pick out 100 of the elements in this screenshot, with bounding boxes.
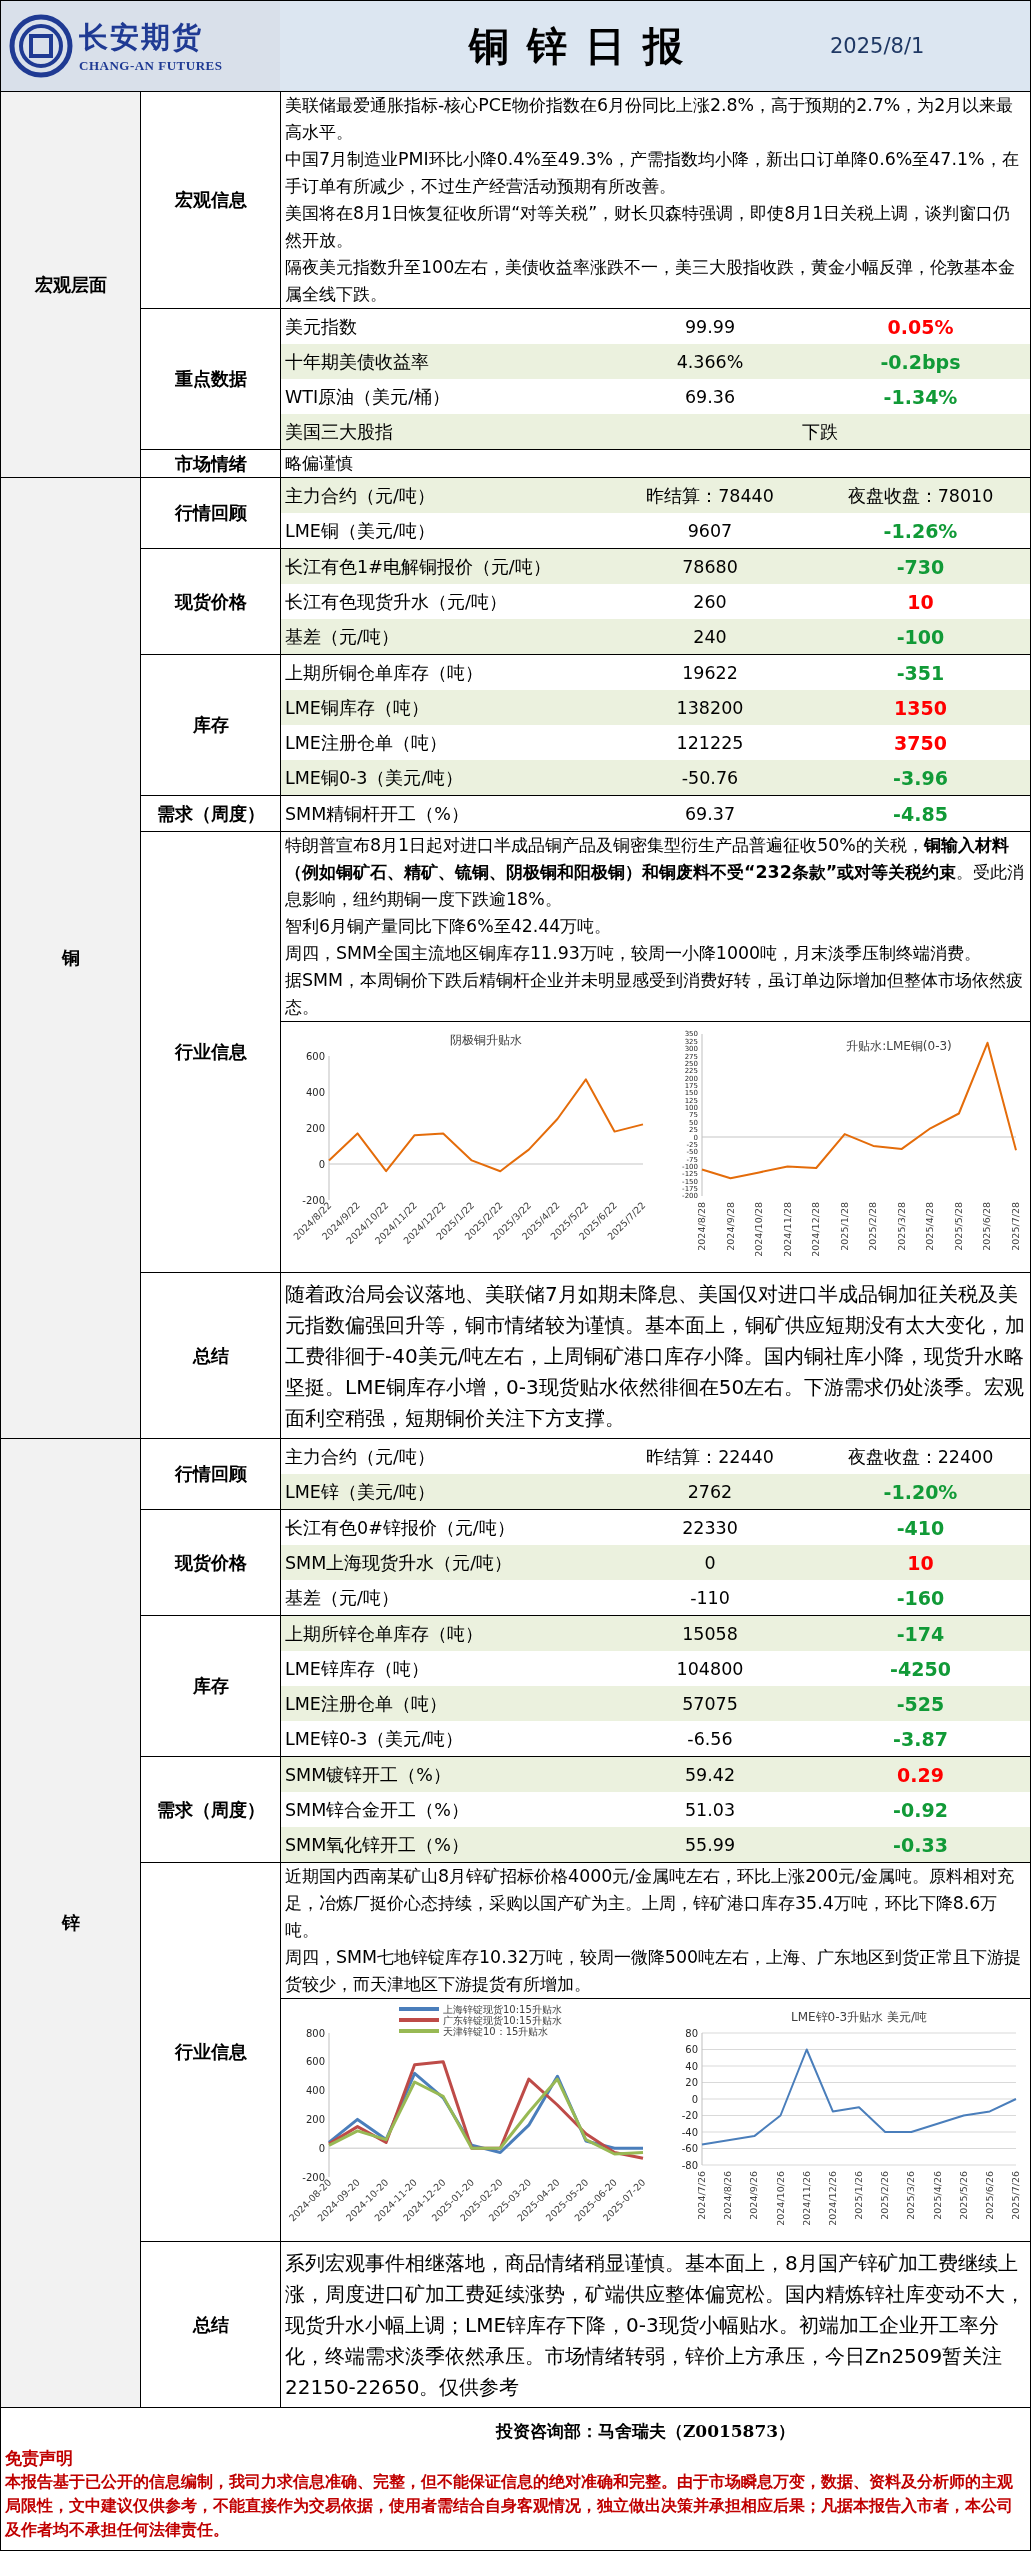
row-value: 2762 [686, 1481, 734, 1502]
row-value: 138200 [675, 697, 745, 718]
row-value: 57075 [681, 1693, 739, 1714]
row-value: 0 [703, 1552, 717, 1573]
axis-tick-label: -60 [681, 2143, 698, 2154]
row-label: SMM精铜杆开工（%） [284, 802, 470, 826]
axis-tick-label: 2025/2/26 [879, 2171, 891, 2220]
axis-tick-label: 20 [685, 2077, 698, 2088]
row-value: -6.56 [686, 1728, 734, 1749]
row-label: 长江有色1#电解铜报价（元/吨） [284, 555, 552, 579]
axis-tick-label: 400 [305, 2085, 325, 2097]
axis-tick-label: 2024/11/28 [781, 1202, 793, 1257]
row-label: LME锌库存（吨） [284, 1657, 430, 1681]
row-change: -730 [895, 555, 946, 578]
axis-tick-label: 2025/2/28 [867, 1202, 879, 1251]
axis-tick-label: 2025/5/26 [957, 2171, 969, 2220]
block-label: 行业信息 [141, 1863, 281, 2241]
axis-tick-label: 2025/1/26 [853, 2171, 864, 2220]
report-date: 2025/8/1 [830, 33, 926, 60]
row-change: -525 [895, 1692, 946, 1715]
info-paragraph: 近期国内西南某矿山8月锌矿招标价格4000元/金属吨左右，环比上涨200元/金属吨。原料相对充足，冶炼厂挺价心态持续，采购以国产矿为主。上周，锌矿港口库存35.4万吨，环比下降8.6万吨。 [284, 1865, 1016, 1942]
row-value: 121225 [675, 732, 745, 753]
row-value: 69.37 [683, 803, 737, 824]
info-paragraph: 周四，SMM七地锌锭库存10.32万吨，较周一微降500吨左右，上海、广东地区到货正常且下游提货较少，而天津地区下游提货有所增加。 [284, 1946, 1023, 1996]
summary-paragraph: 系列宏观事件相继落地，商品情绪稍显谨慎。基本面上，8月国产锌矿加工费继续上涨，周度进口矿加工费延续涨势，矿端供应整体偏宽松。国内精炼锌社库变动不大，现货升水小幅上调；LME锌库存下降，0-3现货小幅贴水。初端加工企业开工率分化，终端需求淡季依然承压。市场情绪转弱，锌价上方承压，今日Zn2509暂关注22150-22650。仅供参考 [284, 2250, 1026, 2401]
axis-tick-label: 2025/4/28 [924, 1202, 936, 1251]
axis-tick-label: 200 [305, 2113, 325, 2125]
legend-swatch [399, 2018, 439, 2022]
section-label: 铜 [1, 478, 141, 1438]
row-value: 22330 [681, 1517, 739, 1538]
row-change: 3750 [893, 731, 948, 754]
axis-tick-label: -200 [302, 1194, 325, 1206]
row-change: -4250 [889, 1657, 952, 1680]
row-value: 69.36 [683, 386, 737, 407]
company-name: 长安期货 [79, 19, 204, 56]
axis-tick-label: 600 [305, 1050, 325, 1062]
info-paragraph: 特朗普宣布8月1日起对进口半成品铜产品及铜密集型衍生产品普遍征收50%的关税，铜输入材料（例如铜矿石、精矿、锍铜、阴极铜和阳极铜）和铜废料不受“232条款”或对等关税约束。受此消息影响，纽约期铜一度下跌逾18%。 [284, 834, 1026, 911]
row-label: 主力合约（元/吨） [284, 484, 436, 508]
row-value: 夜盘收盘：78010 [846, 484, 995, 508]
row-value: -110 [689, 1587, 731, 1608]
axis-tick-label: -80 [681, 2159, 698, 2171]
info-paragraph: 美联储最爱通胀指标-核心PCE物价指数在6月份同比上涨2.8%，高于预期的2.7%，为2月以来最高水平。 [284, 94, 1015, 144]
row-label: SMM氧化锌开工（%） [284, 1833, 470, 1857]
block-label: 需求（周度） [141, 796, 281, 831]
row-label: 美元指数 [284, 315, 358, 339]
row-label: LME注册仓单（吨） [284, 731, 448, 755]
row-value: 104800 [675, 1658, 745, 1679]
axis-tick-label: -200 [302, 2171, 325, 2183]
row-value: 51.03 [683, 1799, 737, 1820]
axis-tick-label: 2024/9/28 [724, 1202, 736, 1251]
row-value: 59.42 [683, 1764, 737, 1785]
block-label: 总结 [141, 1273, 281, 1438]
info-paragraph: 据SMM，本周铜价下跌后精铜杆企业并未明显感受到消费好转，虽订单边际增加但整体市场依然疲态。 [284, 969, 1025, 1019]
row-value: 昨结算：22440 [645, 1445, 775, 1469]
row-change: -100 [895, 625, 946, 648]
row-label: LME锌0-3（美元/吨） [284, 1727, 465, 1751]
row-change: -174 [895, 1622, 946, 1645]
legend-label: 天津锌锭10：15升贴水 [443, 2026, 549, 2037]
row-value: 19622 [681, 662, 739, 683]
row-value: 下跌 [800, 420, 839, 444]
row-label: 长江有色现货升水（元/吨） [284, 590, 508, 614]
row-change: -3.96 [892, 766, 949, 789]
row-value: 9607 [686, 520, 734, 541]
axis-tick-label: 400 [305, 1086, 325, 1098]
row-label: 基差（元/吨） [284, 1586, 400, 1610]
axis-tick-label: 2025/7/28 [1010, 1202, 1021, 1251]
axis-tick-label: -40 [681, 2126, 698, 2138]
row-value: -50.76 [680, 767, 740, 788]
legend-swatch [399, 2029, 439, 2033]
block-label: 行业信息 [141, 832, 281, 1272]
row-value: 240 [692, 626, 728, 647]
row-value: 夜盘收盘：22400 [846, 1445, 995, 1469]
row-label: 基差（元/吨） [284, 625, 400, 649]
row-change: 0.05% [886, 315, 955, 338]
info-paragraph: 隔夜美元指数升至100左右，美债收益率涨跌不一，美三大股指收跌，黄金小幅反弹，伦敦基本金属全线下跌。 [284, 256, 1017, 306]
row-change: -4.85 [892, 802, 949, 825]
axis-tick-label: 0 [318, 2142, 325, 2154]
legend-swatch [399, 2007, 439, 2011]
row-change: -1.20% [882, 1480, 959, 1503]
axis-tick-label: 60 [685, 2044, 698, 2055]
info-paragraph: 智利6月铜产量同比下降6%至42.44万吨。 [284, 915, 613, 938]
row-value: 55.99 [683, 1834, 737, 1855]
row-change: -3.87 [892, 1727, 949, 1750]
axis-tick-label: 2025/7/26 [1010, 2171, 1021, 2220]
row-label: 美国三大股指 [284, 420, 394, 444]
logo-icon [9, 14, 73, 78]
row-label: 长江有色0#锌报价（元/吨） [284, 1516, 516, 1540]
row-label: LME铜0-3（美元/吨） [284, 766, 465, 790]
axis-tick-label: 2025/4/26 [931, 2171, 943, 2220]
row-value: 78680 [681, 556, 739, 577]
row-label: 上期所锌仓单库存（吨） [284, 1622, 484, 1646]
section-label: 宏观层面 [1, 92, 141, 477]
row-label: LME注册仓单（吨） [284, 1692, 448, 1716]
axis-tick-label: -20 [681, 2110, 698, 2121]
summary-paragraph: 随着政治局会议落地、美联储7月如期未降息、美国仅对进口半成品铜加征关税及美元指数偏强回升等，铜市情绪较为谨慎。基本面上，铜矿供应短期没有太大变化，加工费徘徊于-40美元/吨左右，上周铜矿港口库存小降。国内铜社库小降，现货升水略坚挺。LME铜库存小增，0-3现货贴水依然徘徊在50左右。下游需求仍处淡季。宏观面利空稍强，短期铜价关注下方支撑。 [284, 1281, 1026, 1432]
row-change: -351 [895, 661, 946, 684]
row-label: 十年期美债收益率 [284, 350, 430, 374]
report-title: 铜锌日报 [467, 21, 702, 71]
axis-tick-label: 2024/10/28 [753, 1202, 765, 1257]
axis-tick-label: 800 [305, 2027, 325, 2039]
